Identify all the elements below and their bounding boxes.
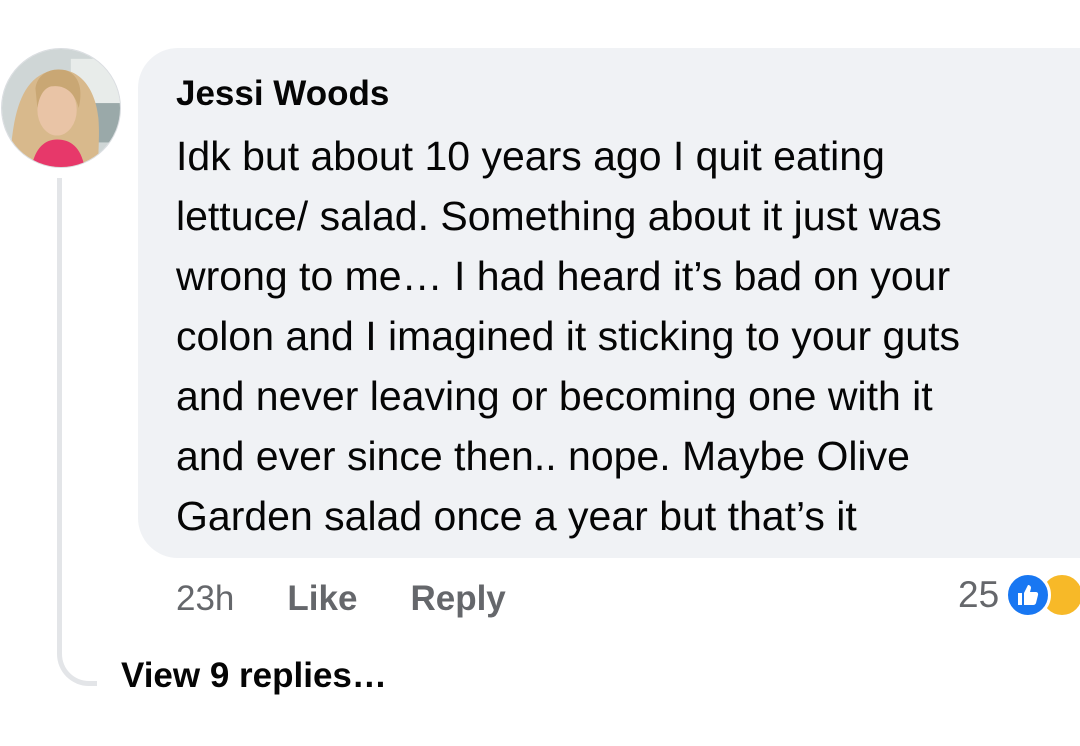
reply-button[interactable]: Reply: [410, 579, 505, 619]
comment-text-line: lettuce/ salad. Something about it just …: [176, 193, 942, 239]
comment-text-line: and never leaving or becoming one with i…: [176, 373, 933, 419]
like-button[interactable]: Like: [287, 579, 357, 619]
reaction-summary[interactable]: 25: [958, 570, 1080, 620]
reply-thread-line: [57, 178, 97, 686]
comment-text-line: Garden salad once a year but that’s it: [176, 493, 857, 539]
profile-photo: [2, 49, 120, 167]
avatar[interactable]: [1, 48, 121, 168]
comment-text-line: colon and I imagined it sticking to your…: [176, 313, 960, 359]
comment-text-line: wrong to me… I had heard it’s bad on you…: [176, 253, 951, 299]
comment-timestamp[interactable]: 23h: [176, 579, 234, 619]
reaction-count: 25: [958, 574, 1000, 615]
comment-text: Idk but about 10 years ago I quit eating…: [176, 126, 1080, 546]
comment-text-line: Idk but about 10 years ago I quit eating: [176, 133, 885, 179]
view-replies-link[interactable]: View 9 replies…: [121, 656, 387, 696]
comment-actions: 23h Like Reply: [176, 574, 559, 624]
comment-text-line: and ever since then.. nope. Maybe Olive: [176, 433, 910, 479]
comment-author-name[interactable]: Jessi Woods: [176, 74, 389, 114]
thumbs-up-icon: [1005, 572, 1052, 618]
